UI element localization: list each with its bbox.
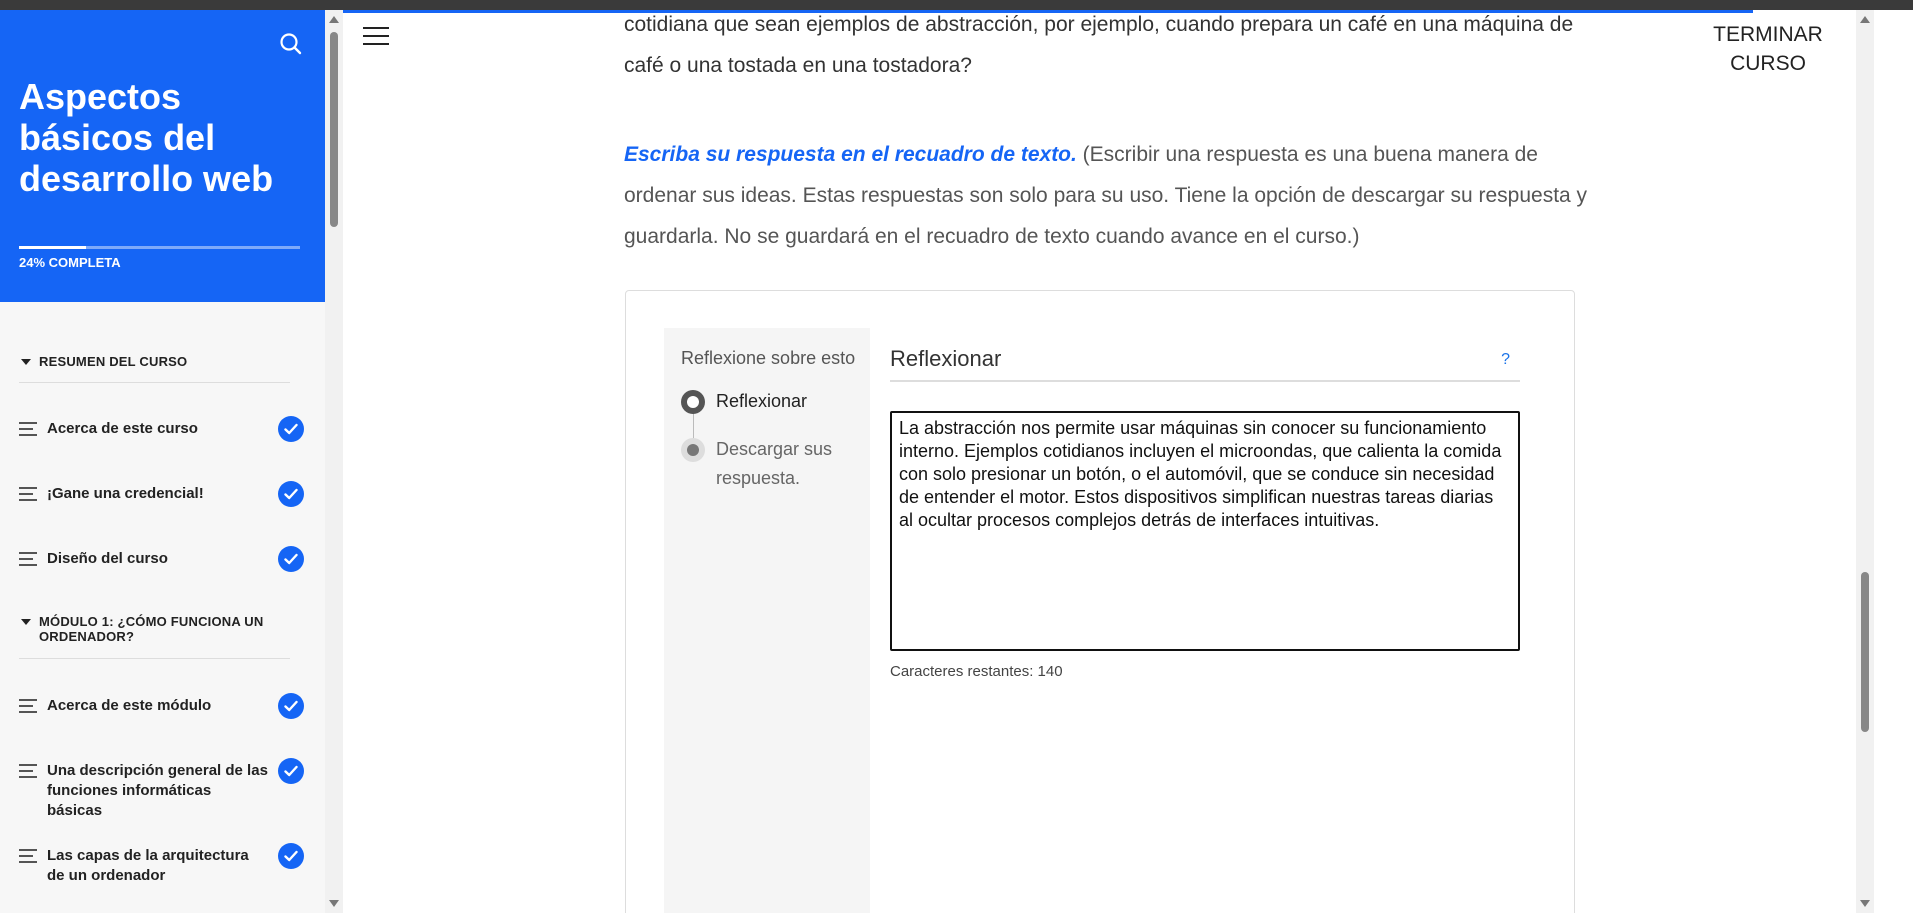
lesson-lines-icon: [19, 552, 37, 570]
reflection-title: Reflexionar: [890, 346, 1002, 371]
sidebar-header: Aspectos básicos del desarrollo web 24% …: [0, 10, 325, 302]
caret-down-icon: [21, 359, 31, 365]
progress-bar-fill: [19, 246, 87, 249]
sidebar-item-label: Diseño del curso: [47, 550, 168, 567]
checkmark-icon: [278, 546, 304, 572]
pending-step-icon: [681, 438, 705, 462]
question-text: cotidiana que sean ejemplos de abstracci…: [624, 13, 1574, 77]
browser-top-bar: [0, 0, 1913, 10]
help-link[interactable]: ?: [1501, 351, 1510, 369]
sidebar-item-acerca-curso[interactable]: Acerca de este curso: [19, 416, 304, 442]
sidebar-item-capas-arquitectura[interactable]: Las capas de la arquitectura de un orden…: [19, 843, 304, 886]
scrollbar-thumb[interactable]: [330, 32, 338, 227]
checkmark-icon: [278, 693, 304, 719]
checkmark-icon: [278, 481, 304, 507]
instruction-text: Escriba su respuesta en el recuadro de t…: [624, 134, 1594, 257]
sidebar-item-descripcion-general[interactable]: Una descripción general de las funciones…: [19, 758, 304, 821]
current-step-icon: [681, 390, 705, 414]
window-edge: [1874, 10, 1913, 913]
scrollbar-thumb[interactable]: [1861, 572, 1869, 732]
sidebar-item-label: Acerca de este curso: [47, 420, 198, 437]
step-label: Reflexionar: [716, 391, 808, 411]
progress-bar: [19, 246, 300, 249]
lesson-lines-icon: [19, 699, 37, 717]
section-header-resumen[interactable]: RESUMEN DEL CURSO: [19, 354, 290, 369]
lesson-content: TERMINAR CURSO cotidiana que sean ejempl…: [343, 10, 1856, 913]
page-scrollbar[interactable]: [1856, 10, 1874, 913]
divider: [19, 658, 290, 659]
section-title: RESUMEN DEL CURSO: [39, 354, 188, 369]
scroll-up-arrow-icon[interactable]: [329, 16, 339, 23]
divider: [19, 382, 290, 383]
answer-textarea[interactable]: La abstracción nos permite usar máquinas…: [890, 411, 1520, 651]
sidebar-item-diseno[interactable]: Diseño del curso: [19, 546, 304, 572]
sidebar-item-label: Las capas de la arquitectura de un orden…: [47, 847, 249, 884]
progress-label: 24% COMPLETA: [19, 255, 121, 270]
sidebar-item-acerca-modulo[interactable]: Acerca de este módulo: [19, 693, 304, 719]
lesson-lines-icon: [19, 764, 37, 782]
course-title: Aspectos básicos del desarrollo web: [19, 76, 274, 199]
caret-down-icon: [21, 619, 31, 625]
scroll-down-arrow-icon[interactable]: [329, 900, 339, 907]
scroll-up-arrow-icon[interactable]: [1860, 16, 1870, 23]
characters-remaining: Caracteres restantes: 140: [890, 663, 1063, 680]
search-icon: [280, 33, 302, 55]
steps-title: Reflexione sobre esto: [681, 348, 856, 368]
checkmark-icon: [278, 758, 304, 784]
instruction-emphasis: Escriba su respuesta en el recuadro de t…: [624, 143, 1077, 166]
step-descargar[interactable]: Descargar sus respuesta.: [681, 438, 856, 493]
scroll-down-arrow-icon[interactable]: [1860, 900, 1870, 907]
reflection-header: Reflexionar ?: [890, 346, 1520, 382]
lesson-lines-icon: [19, 422, 37, 440]
sidebar-item-credencial[interactable]: ¡Gane una credencial!: [19, 481, 304, 507]
course-sidebar: Aspectos básicos del desarrollo web 24% …: [0, 10, 325, 913]
checkmark-icon: [278, 416, 304, 442]
lesson-lines-icon: [19, 487, 37, 505]
step-label: Descargar sus respuesta.: [716, 439, 833, 488]
reflection-activity: Reflexione sobre esto Reflexionar Descar…: [625, 290, 1575, 913]
sidebar-item-label: Acerca de este módulo: [47, 697, 212, 714]
search-button[interactable]: [277, 30, 305, 58]
section-header-modulo-1[interactable]: MÓDULO 1: ¿CÓMO FUNCIONA UN ORDENADOR?: [19, 614, 290, 644]
finish-course-button[interactable]: TERMINAR CURSO: [1703, 20, 1833, 78]
section-title: MÓDULO 1: ¿CÓMO FUNCIONA UN ORDENADOR?: [39, 614, 264, 644]
lesson-lines-icon: [19, 849, 37, 867]
sidebar-item-label: Una descripción general de las funciones…: [47, 762, 268, 819]
checkmark-icon: [278, 843, 304, 869]
step-reflexionar[interactable]: Reflexionar: [681, 390, 807, 416]
sidebar-scrollbar[interactable]: [325, 10, 343, 913]
sidebar-item-label: ¡Gane una credencial!: [47, 485, 204, 502]
hamburger-menu-icon[interactable]: [363, 27, 389, 47]
activity-steps-panel: Reflexione sobre esto Reflexionar Descar…: [664, 328, 870, 913]
